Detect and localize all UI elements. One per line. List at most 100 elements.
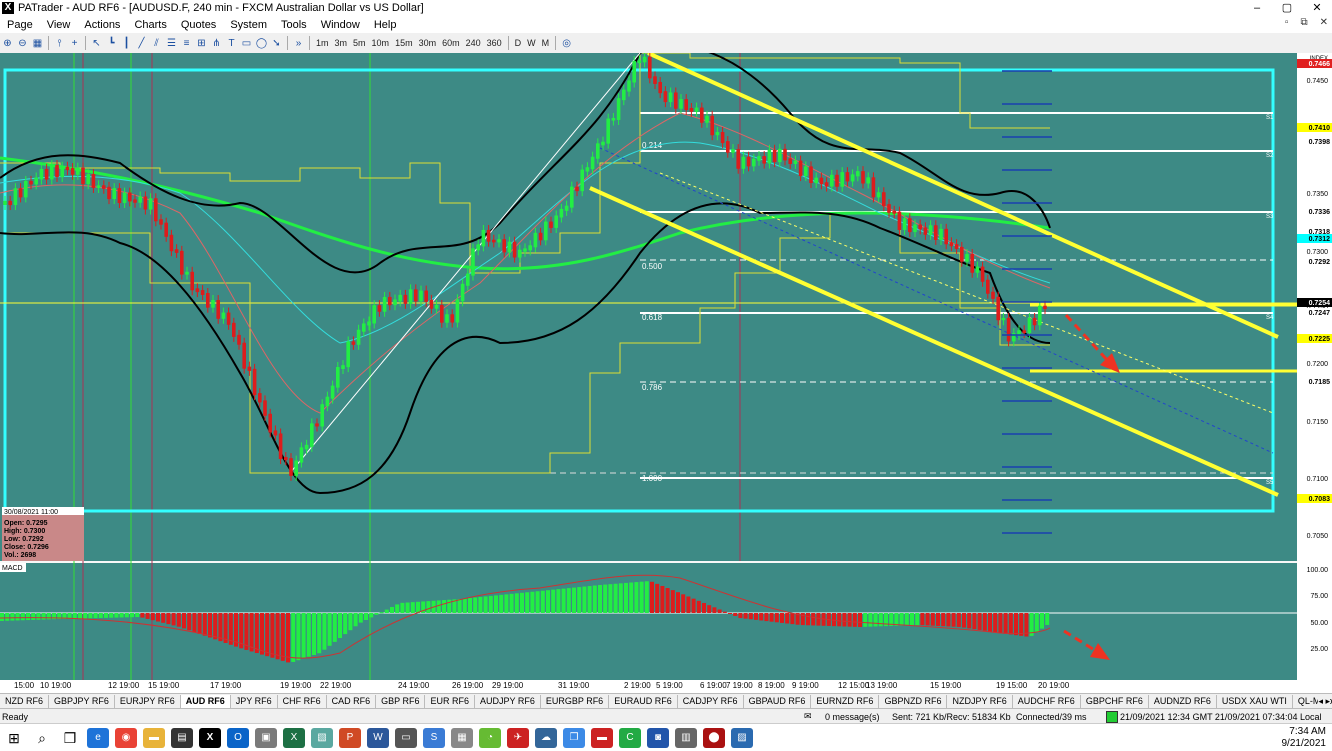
menu-quotes[interactable]: Quotes	[174, 19, 223, 31]
tab-scroll-arrows-icon[interactable]: ◂ ▸	[1318, 696, 1330, 707]
trendline-icon[interactable]: ╱	[135, 37, 148, 50]
text-tool-icon[interactable]: T	[225, 37, 238, 50]
message-icon[interactable]: ✉	[804, 711, 812, 722]
app-icon[interactable]: C	[619, 727, 641, 748]
chart-icon[interactable]: ⫯	[53, 37, 66, 50]
symbol-tab[interactable]: AUDCHF RF6	[1013, 695, 1081, 708]
app-icon[interactable]: ❐	[563, 727, 585, 748]
target-icon[interactable]: ◎	[560, 37, 573, 50]
app-icon[interactable]: ◔	[479, 727, 501, 748]
symbol-tab[interactable]: NZDJPY RF6	[947, 695, 1013, 708]
app-icon[interactable]: ◙	[647, 727, 669, 748]
symbol-tab[interactable]: USDX XAU WTI	[1217, 695, 1293, 708]
timeframe-10m-button[interactable]: 10m	[369, 38, 393, 48]
app-icon[interactable]: ⬤	[703, 727, 725, 748]
menu-actions[interactable]: Actions	[77, 19, 127, 31]
crosshair-icon[interactable]: +	[68, 37, 81, 50]
symbol-tab[interactable]: AUDNZD RF6	[1149, 695, 1217, 708]
symbol-tab[interactable]: GBPCHF RF6	[1081, 695, 1149, 708]
taskbar-clock[interactable]: 7:34 AM 9/21/2021	[1282, 726, 1327, 750]
symbol-tab[interactable]: EURJPY RF6	[115, 695, 181, 708]
timeframe-30m-button[interactable]: 30m	[416, 38, 440, 48]
menu-charts[interactable]: Charts	[127, 19, 173, 31]
powerpoint-icon[interactable]: P	[339, 727, 361, 748]
symbol-tab[interactable]: JPY RF6	[231, 695, 278, 708]
fib-extension-icon[interactable]: ≡	[180, 37, 193, 50]
symbol-tab[interactable]: NZD RF6	[0, 695, 49, 708]
timeframe-w-button[interactable]: W	[524, 38, 539, 48]
photos-icon[interactable]: ▧	[311, 727, 333, 748]
menu-view[interactable]: View	[40, 19, 78, 31]
mdi-close-button[interactable]: ✕	[1320, 17, 1328, 28]
symbol-tab[interactable]: GBP RF6	[376, 695, 426, 708]
chrome-browser-icon[interactable]: ◉	[115, 727, 137, 748]
timeframe-3m-button[interactable]: 3m	[332, 38, 351, 48]
pointer-icon[interactable]: ↖	[90, 37, 103, 50]
search-icon[interactable]: ⌕	[31, 728, 53, 748]
timeframe-1m-button[interactable]: 1m	[313, 38, 332, 48]
media-icon[interactable]: ▭	[395, 727, 417, 748]
word-icon[interactable]: W	[367, 727, 389, 748]
zoom-out-icon[interactable]: ⊖	[16, 37, 29, 50]
rectangle-icon[interactable]: ▭	[240, 37, 253, 50]
app-icon[interactable]: ▨	[731, 727, 753, 748]
more-tools-icon[interactable]: »	[292, 37, 305, 50]
horizontal-line-icon[interactable]: ┗	[105, 37, 118, 50]
vertical-line-icon[interactable]: ┃	[120, 37, 133, 50]
symbol-tab[interactable]: CHF RF6	[278, 695, 327, 708]
symbol-tab[interactable]: EURGBP RF6	[541, 695, 610, 708]
layout-icon[interactable]: ▦	[31, 37, 44, 50]
close-button[interactable]: ✕	[1302, 0, 1332, 16]
start-windows-icon[interactable]: ⊞	[3, 728, 25, 748]
app-icon[interactable]: S	[423, 727, 445, 748]
symbol-tab[interactable]: CADJPY RF6	[678, 695, 744, 708]
symbol-tab[interactable]: EUR RF6	[425, 695, 475, 708]
menu-help[interactable]: Help	[367, 19, 404, 31]
symbol-tab[interactable]: CAD RF6	[327, 695, 377, 708]
timeframe-60m-button[interactable]: 60m	[439, 38, 463, 48]
mdi-restore-button[interactable]: ⧉	[1300, 17, 1307, 28]
symbol-tab[interactable]: GBPAUD RF6	[744, 695, 812, 708]
minimize-button[interactable]: –	[1242, 0, 1272, 16]
arrow-icon[interactable]: ➘	[270, 37, 283, 50]
mdi-minimize-button[interactable]: ▫	[1285, 17, 1289, 28]
app-icon[interactable]: ▬	[591, 727, 613, 748]
symbol-tab[interactable]: AUD RF6	[180, 695, 231, 708]
timeframe-d-button[interactable]: D	[512, 38, 525, 48]
symbol-tab[interactable]: EURNZD RF6	[811, 695, 880, 708]
app-icon[interactable]: ▥	[675, 727, 697, 748]
timeframe-240-button[interactable]: 240	[463, 38, 484, 48]
menu-system[interactable]: System	[223, 19, 274, 31]
symbol-tab[interactable]: GBPNZD RF6	[879, 695, 948, 708]
menu-page[interactable]: Page	[0, 19, 40, 31]
task-view-icon[interactable]: ❒	[59, 728, 81, 748]
timeframe-m-button[interactable]: M	[539, 38, 553, 48]
zoom-in-icon[interactable]: ⊕	[1, 37, 14, 50]
channel-icon[interactable]: ⫽	[150, 37, 163, 50]
app-icon[interactable]: ▣	[255, 727, 277, 748]
ellipse-icon[interactable]: ◯	[255, 37, 268, 50]
excel-icon[interactable]: X	[283, 727, 305, 748]
store-icon[interactable]: ▤	[171, 727, 193, 748]
pitchfork-icon[interactable]: ⋔	[210, 37, 223, 50]
patrader-app-icon[interactable]: X	[199, 727, 221, 748]
fibonacci-icon[interactable]: ☰	[165, 37, 178, 50]
maximize-button[interactable]: ▢	[1272, 0, 1302, 16]
app-icon[interactable]: ☁	[535, 727, 557, 748]
timeframe-5m-button[interactable]: 5m	[350, 38, 369, 48]
timeframe-360-button[interactable]: 360	[484, 38, 505, 48]
timeframe-15m-button[interactable]: 15m	[392, 38, 416, 48]
macd-bar	[608, 584, 613, 613]
price-chart[interactable]: 0.214 0.500 0.618 0.786 1.000 S1 S2 S3 S…	[0, 53, 1332, 680]
file-explorer-icon[interactable]: ▬	[143, 727, 165, 748]
menu-window[interactable]: Window	[314, 19, 367, 31]
edge-browser-icon[interactable]: e	[87, 727, 109, 748]
symbol-tab[interactable]: AUDJPY RF6	[475, 695, 541, 708]
app-icon[interactable]: ▦	[451, 727, 473, 748]
gann-icon[interactable]: ⊞	[195, 37, 208, 50]
menu-tools[interactable]: Tools	[274, 19, 314, 31]
symbol-tab[interactable]: EURAUD RF6	[609, 695, 678, 708]
app-icon[interactable]: ✈	[507, 727, 529, 748]
outlook-icon[interactable]: O	[227, 727, 249, 748]
symbol-tab[interactable]: GBPJPY RF6	[49, 695, 115, 708]
